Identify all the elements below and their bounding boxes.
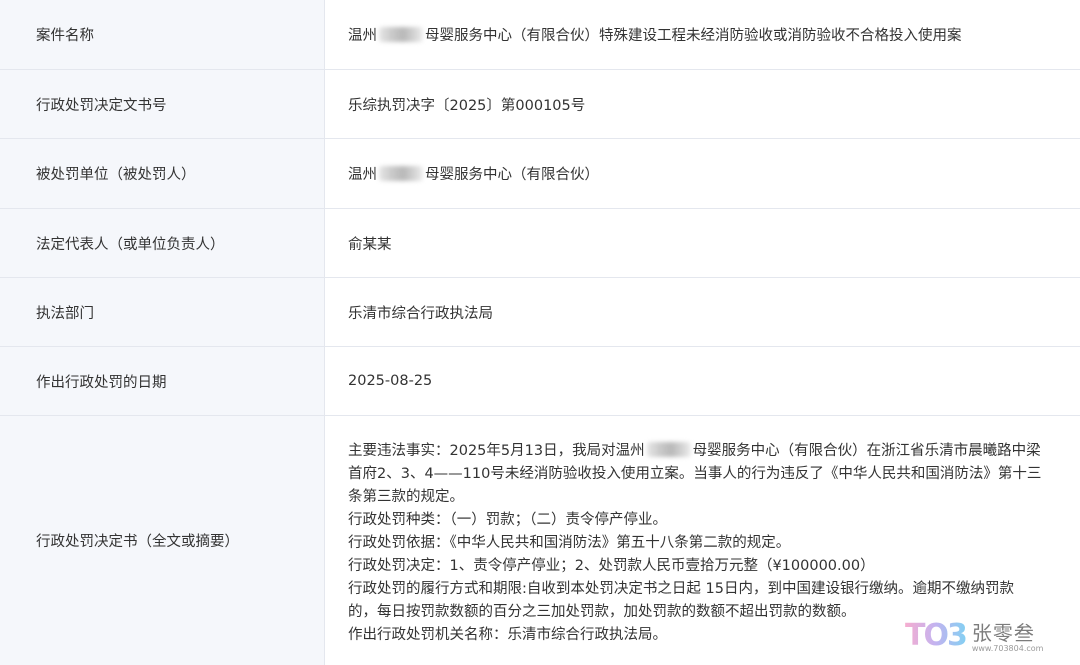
label-penalty-date: 作出行政处罚的日期 (0, 347, 325, 415)
value-document-number: 乐综执罚决字〔2025〕第000105号 (348, 97, 586, 114)
row-legal-representative: 法定代表人（或单位负责人） 俞某某 (0, 209, 1080, 278)
watermark-url: www.703804.com (971, 644, 1044, 653)
case-name-prefix: 温州 (348, 28, 377, 44)
decision-line: 行政处罚依据：《中华人民共和国消防法》第五十八条第二款的规定。 (348, 535, 791, 551)
label-penalized-party: 被处罚单位（被处罚人） (0, 139, 325, 208)
label-legal-representative: 法定代表人（或单位负责人） (0, 209, 325, 277)
penalty-info-table: 案件名称 温州 母婴服务中心（有限合伙）特殊建设工程未经消防验收或消防验收不合格投… (0, 0, 1080, 665)
label-document-number: 行政处罚决定文书号 (0, 70, 325, 138)
row-penalty-date: 作出行政处罚的日期 2025-08-25 (0, 347, 1080, 416)
row-document-number: 行政处罚决定文书号 乐综执罚决字〔2025〕第000105号 (0, 70, 1080, 139)
redacted-blur (646, 442, 691, 457)
decision-line: 条第三款的规定。 (348, 489, 464, 505)
decision-line: 行政处罚决定：1、责令停产停业；2、处罚款人民币壹拾万元整（¥100000.00… (348, 558, 875, 574)
label-case-name: 案件名称 (0, 0, 325, 69)
label-enforcement-department: 执法部门 (0, 278, 325, 346)
value-penalized-party: 温州 母婴服务中心（有限合伙） (326, 139, 1080, 208)
party-suffix: 母婴服务中心（有限合伙） (425, 167, 599, 183)
row-enforcement-department: 执法部门 乐清市综合行政执法局 (0, 278, 1080, 347)
redacted-blur (379, 27, 423, 42)
decision-line: 行政处罚种类：（一）罚款；（二）责令停产停业。 (348, 512, 667, 528)
case-name-suffix: 母婴服务中心（有限合伙）特殊建设工程未经消防验收或消防验收不合格投入使用案 (425, 28, 962, 44)
decision-line: 主要违法事实：2025年5月13日，我局对温州 母婴服务中心（有限合伙）在浙江省乐… (348, 442, 1041, 459)
decision-line: 行政处罚的履行方式和期限:自收到本处罚决定书之日起 15日内，到中国建设银行缴纳… (348, 581, 1014, 597)
site-watermark: TO3 张零叁 www.703804.com (905, 610, 1075, 660)
value-enforcement-department: 乐清市综合行政执法局 (348, 305, 493, 322)
label-penalty-decision: 行政处罚决定书（全文或摘要） (0, 416, 325, 665)
redacted-blur (379, 166, 423, 181)
value-legal-representative: 俞某某 (348, 236, 392, 253)
row-case-name: 案件名称 温州 母婴服务中心（有限合伙）特殊建设工程未经消防验收或消防验收不合格投… (0, 0, 1080, 70)
value-case-name: 温州 母婴服务中心（有限合伙）特殊建设工程未经消防验收或消防验收不合格投入使用案 (326, 0, 1080, 69)
row-penalized-party: 被处罚单位（被处罚人） 温州 母婴服务中心（有限合伙） (0, 139, 1080, 209)
watermark-name: 张零叁 (971, 621, 1035, 645)
watermark-logo: TO3 (905, 617, 968, 653)
party-prefix: 温州 (348, 167, 377, 183)
decision-line: 首府2、3、4——110号未经消防验收投入使用立案。当事人的行为违反了《中华人民… (348, 466, 1042, 482)
value-penalty-date: 2025-08-25 (348, 373, 433, 389)
